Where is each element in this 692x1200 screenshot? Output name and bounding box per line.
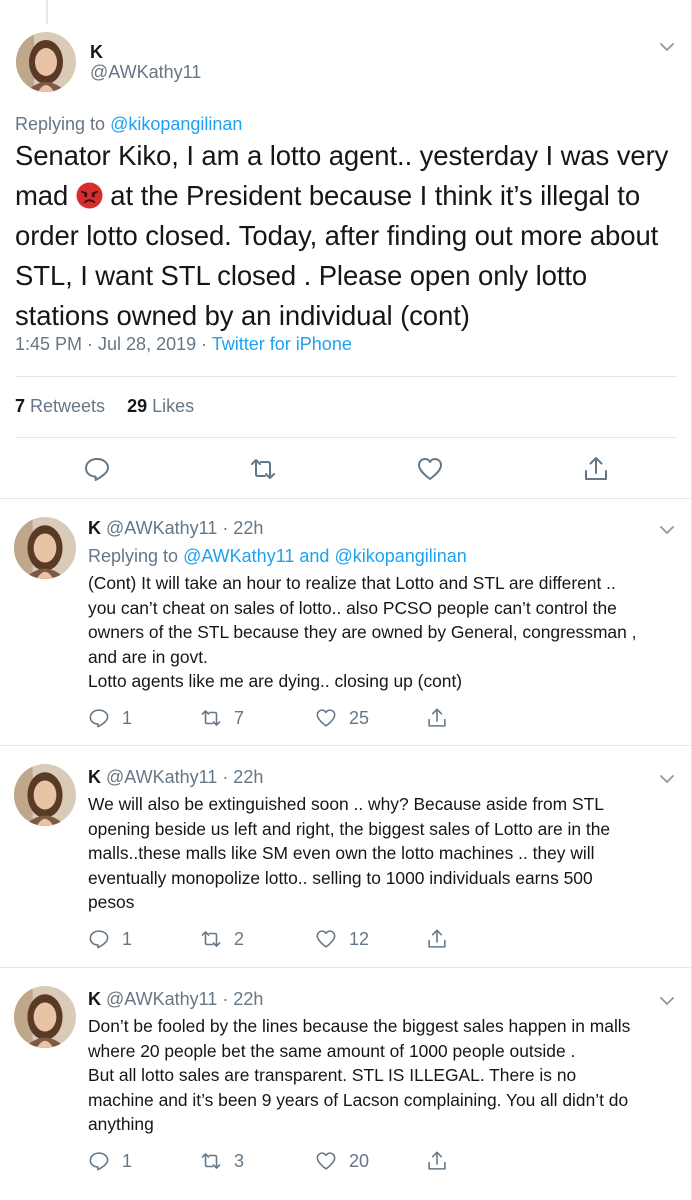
like-action[interactable]: 25 [315, 706, 369, 730]
reply-icon [89, 930, 109, 949]
retweet-count: 7 [234, 707, 245, 728]
retweet-action[interactable]: 7 [200, 706, 244, 730]
tweet-text: Senator Kiko, I am a lotto agent.. yeste… [15, 136, 683, 336]
like-icon [316, 709, 336, 727]
replying-prefix: Replying to [15, 114, 111, 134]
retweet-action[interactable]: 3 [200, 1149, 244, 1173]
handle-and-time[interactable]: @AWKathy11 · 22h [101, 767, 263, 787]
retweet-icon [201, 710, 221, 726]
reply-action[interactable]: 1 [88, 927, 132, 951]
user-handle[interactable]: @AWKathy11 [90, 62, 201, 83]
engagement-stats: 7 Retweets 29 Likes [15, 396, 194, 417]
mention-link[interactable]: @kikopangilinan [110, 114, 242, 134]
share-icon [428, 708, 446, 727]
reply-count: 1 [122, 928, 133, 949]
mention-link[interactable]: @AWKathy11 [183, 546, 294, 566]
reply-header: K @AWKathy11 · 22h [88, 989, 263, 1010]
display-name[interactable]: K [88, 767, 101, 787]
display-name[interactable]: K [88, 518, 101, 538]
share-action[interactable] [426, 1149, 448, 1173]
likes-label: Likes [147, 396, 195, 416]
share-icon [428, 929, 446, 948]
like-action[interactable]: 20 [315, 1149, 369, 1173]
reply-count: 1 [122, 1150, 133, 1171]
display-name[interactable]: K [90, 42, 103, 63]
mention-link[interactable]: @kikopangilinan [334, 546, 466, 566]
chevron-down-icon[interactable] [660, 774, 674, 784]
main-tweet: K @AWKathy11 Replying to @kikopangilinan… [0, 0, 692, 498]
avatar[interactable] [14, 517, 76, 579]
replying-to-line: Replying to @AWKathy11 and @kikopangilin… [88, 546, 467, 567]
like-action[interactable]: 12 [315, 927, 369, 951]
retweets-stat[interactable]: 7 Retweets [15, 396, 105, 416]
like-icon [316, 1152, 336, 1170]
reply-action[interactable]: 1 [88, 1149, 132, 1173]
reply-count: 1 [122, 707, 133, 728]
replying-to-line: Replying to @kikopangilinan [15, 114, 242, 135]
share-action[interactable] [426, 706, 448, 730]
chevron-down-icon[interactable] [660, 996, 674, 1006]
chevron-down-icon[interactable] [660, 525, 674, 535]
retweets-count: 7 [15, 396, 26, 416]
likes-stat[interactable]: 29 Likes [127, 396, 194, 416]
retweet-count: 3 [234, 1150, 245, 1171]
reply-tweet[interactable]: K @AWKathy11 · 22h We will also be extin… [0, 746, 692, 967]
like-count: 12 [349, 928, 370, 949]
retweet-count: 2 [234, 928, 245, 949]
retweet-icon [201, 1153, 221, 1169]
handle-and-time[interactable]: @AWKathy11 · 22h [101, 989, 263, 1009]
avatar[interactable] [16, 32, 76, 92]
reply-header: K @AWKathy11 · 22h [88, 518, 263, 539]
reply-icon[interactable] [83, 455, 111, 483]
tweet-actions [0, 455, 692, 483]
tweet-text-part-2: at the President because I think it’s il… [15, 180, 659, 331]
reply-tweet[interactable]: K @AWKathy11 · 22h Don’t be fooled by th… [0, 968, 692, 1200]
like-icon[interactable] [416, 455, 444, 483]
reply-tweet[interactable]: K @AWKathy11 · 22h Replying to @AWKathy1… [0, 499, 692, 745]
angry-face-emoji-icon [76, 182, 103, 209]
replying-and: and [294, 546, 335, 566]
source-link[interactable]: Twitter for iPhone [212, 334, 352, 354]
reply-action[interactable]: 1 [88, 706, 132, 730]
reply-icon [89, 709, 109, 728]
retweet-icon [201, 931, 221, 947]
chevron-down-icon[interactable] [660, 42, 674, 52]
display-name[interactable]: K [88, 989, 101, 1009]
like-count: 25 [349, 707, 370, 728]
retweet-icon[interactable] [249, 455, 277, 483]
share-icon [428, 1151, 446, 1170]
divider [15, 376, 677, 377]
avatar[interactable] [14, 764, 76, 826]
avatar[interactable] [14, 986, 76, 1048]
timestamp[interactable]: 1:45 PM · Jul 28, 2019 · [15, 334, 212, 354]
like-icon [316, 930, 336, 948]
retweet-action[interactable]: 2 [200, 927, 244, 951]
likes-count: 29 [127, 396, 148, 416]
reply-icon [89, 1152, 109, 1171]
reply-text: We will also be extinguished soon .. why… [88, 794, 611, 913]
reply-header: K @AWKathy11 · 22h [88, 767, 263, 788]
share-action[interactable] [426, 927, 448, 951]
share-icon[interactable] [582, 455, 610, 483]
reply-text: Don’t be fooled by the lines because the… [88, 1016, 631, 1135]
divider [15, 437, 677, 438]
handle-and-time[interactable]: @AWKathy11 · 22h [101, 518, 263, 538]
retweets-label: Retweets [25, 396, 106, 416]
like-count: 20 [349, 1150, 370, 1171]
replying-prefix: Replying to [88, 546, 184, 566]
tweet-meta: 1:45 PM · Jul 28, 2019 · Twitter for iPh… [15, 334, 352, 355]
reply-text: (Cont) It will take an hour to realize t… [88, 573, 637, 692]
